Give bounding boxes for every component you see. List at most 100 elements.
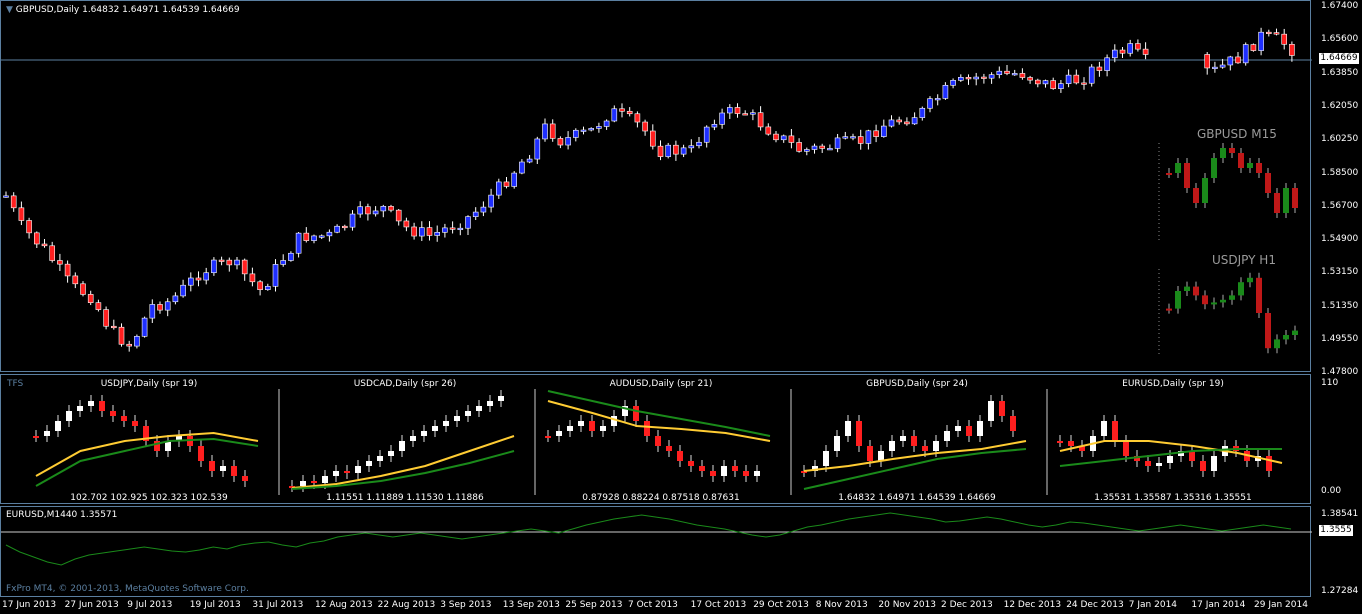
candle-body	[87, 294, 94, 303]
candle-body	[942, 84, 949, 99]
mini-candle-body	[1193, 286, 1199, 296]
candle-body	[449, 227, 456, 230]
candle-body	[365, 206, 371, 215]
time-axis[interactable]: 17 Jun 2013 27 Jun 2013 9 Jul 2013 19 Jul 2…	[0, 598, 1362, 614]
candle-body	[603, 120, 610, 127]
candle-body	[1112, 49, 1118, 59]
tfs-candle-body	[900, 436, 906, 441]
dropdown-triangle-icon[interactable]: ▼	[6, 5, 13, 15]
candle-body	[380, 206, 387, 212]
candle-body	[1212, 66, 1218, 69]
candle-body	[850, 136, 856, 139]
candle-body	[1042, 80, 1049, 85]
main-chart-pane[interactable]: ▼ GBPUSD,Daily 1.64832 1.64971 1.64539 1…	[0, 0, 1312, 372]
candle-body	[141, 317, 148, 337]
price-tick: 1.58500	[1321, 167, 1359, 178]
candle-body	[1050, 80, 1056, 89]
candle-body	[57, 260, 63, 265]
candle-body	[642, 121, 648, 132]
candle-body	[203, 272, 209, 281]
price-tick: 1.51350	[1321, 300, 1359, 311]
tfs-candle-body	[1112, 421, 1118, 441]
tfs-panel-title: GBPUSD,Daily (spr 24)	[866, 379, 968, 389]
candle-body	[218, 259, 225, 262]
tfs-candle-body	[556, 431, 562, 436]
time-tick: 9 Jul 2013	[127, 600, 173, 610]
candle-body	[973, 76, 980, 80]
time-tick: 3 Sep 2013	[440, 600, 492, 610]
candle-body	[495, 181, 502, 196]
candle-body	[357, 206, 364, 215]
candle-body	[711, 124, 718, 128]
candle-body	[434, 232, 441, 236]
candle-body	[1011, 73, 1018, 76]
tfs-candle-body	[209, 461, 215, 471]
candle-body	[18, 207, 25, 221]
line-current-price-box: 1.3555	[1319, 525, 1353, 536]
mini-candle-body	[1256, 163, 1262, 173]
tfs-candle-body	[878, 451, 884, 461]
candle-body	[372, 210, 379, 215]
candle-body	[211, 259, 217, 274]
time-tick: 27 Jun 2013	[64, 600, 119, 610]
candle-body	[149, 304, 156, 319]
candle-body	[295, 232, 302, 254]
candle-body	[565, 137, 571, 146]
tfs-candle-body	[344, 471, 350, 473]
tfs-candle-body	[77, 406, 83, 411]
tfs-candle-body	[966, 426, 972, 436]
candle-body	[1096, 66, 1103, 71]
tfs-candle-body	[589, 421, 595, 431]
time-tick: 13 Sep 2013	[502, 600, 560, 610]
time-tick: 17 Oct 2013	[690, 600, 747, 610]
candle-body	[857, 136, 864, 144]
candle-body	[341, 225, 348, 229]
mini-candle-body	[1247, 277, 1253, 283]
candle-body	[195, 277, 202, 281]
eurusd-line-pane[interactable]: EURUSD,M1440 1.35571 FxPro MT4, © 2001-2…	[0, 506, 1312, 597]
time-tick: 19 Jul 2013	[189, 600, 241, 610]
mini-candle-body	[1238, 282, 1244, 296]
candle-body	[1219, 64, 1226, 68]
candle-body	[103, 309, 109, 327]
candle-body	[996, 70, 1003, 76]
candle-body	[919, 107, 926, 118]
tfs-label: TFS	[7, 379, 24, 389]
candle-body	[426, 227, 433, 236]
mini-candle-body	[1265, 313, 1271, 349]
candle-body	[134, 336, 140, 347]
tfs-candle-body	[1156, 463, 1162, 466]
candle-body	[10, 195, 17, 209]
mini-candle-body	[1238, 153, 1244, 168]
candle-body	[303, 232, 310, 241]
tfs-candle-body	[333, 471, 339, 476]
candle-body	[988, 74, 995, 79]
tfs-candle-body	[44, 431, 50, 436]
candle-body	[418, 227, 425, 237]
tfs-indicator-pane[interactable]: TFS USDJPY,Daily (spr 19) 102.702 102.925…	[0, 374, 1311, 504]
candle-body	[457, 227, 464, 231]
mini-candle-body	[1247, 163, 1253, 168]
tfs-candle-body	[88, 401, 94, 406]
mini-candle-body	[1184, 286, 1190, 291]
tfs-candle-body	[487, 401, 493, 406]
candle-body	[280, 260, 287, 265]
candle-body	[626, 110, 633, 115]
eurusd-line-title: EURUSD,M1440 1.35571	[6, 510, 118, 520]
candle-body	[842, 136, 849, 139]
tfs-candle-body	[1057, 441, 1063, 443]
price-tick: 1.49550	[1321, 334, 1359, 344]
tfs-candle-body	[856, 421, 862, 446]
mini-candle-body	[1166, 308, 1172, 311]
tfs-candle-body	[710, 471, 716, 476]
candle-body	[95, 302, 102, 310]
candle-body	[649, 130, 656, 147]
mini-candle-body	[1220, 299, 1226, 303]
candle-body	[680, 147, 687, 155]
candle-body	[1104, 57, 1110, 71]
candle-body	[911, 117, 918, 125]
candle-body	[64, 263, 71, 277]
tfs-candle-body	[988, 401, 994, 421]
mini-candle-body	[1229, 295, 1235, 300]
tfs-panel-footer: 1.11551 1.11889 1.11530 1.11886	[326, 493, 484, 503]
